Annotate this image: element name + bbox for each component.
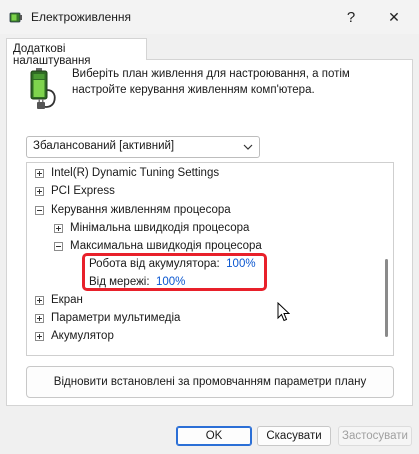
cancel-button[interactable]: Скасувати [257,426,331,446]
close-icon: ✕ [388,8,400,25]
tree-item-label: Параметри мультимедіа [51,312,181,324]
expand-plus-icon[interactable] [35,314,44,323]
help-icon: ? [346,8,356,26]
help-button[interactable]: ? [336,4,366,30]
tree-item-label: Intel(R) Dynamic Tuning Settings [51,167,220,179]
battery-plug-icon [30,68,56,109]
window-title: Електроживлення [31,10,132,24]
collapse-minus-icon[interactable] [35,206,44,215]
ok-button[interactable]: OK [176,426,252,446]
apply-button[interactable]: Застосувати [338,426,412,446]
tree-item-label: Екран [51,294,83,306]
tab-label: Додаткові налаштування [13,43,91,67]
tree-item-label: PCI Express [51,185,115,197]
expand-plus-icon[interactable] [35,332,44,341]
setting-value-link[interactable]: 100% [223,258,255,270]
tree-item-label: Максимальна швидкодія процесора [70,240,262,252]
mouse-pointer-icon [277,302,290,322]
tab-advanced-settings[interactable]: Додаткові налаштування [6,38,147,67]
settings-tree[interactable]: Intel(R) Dynamic Tuning Settings PCI Exp… [26,162,394,356]
chevron-down-icon [243,144,253,150]
setting-plugged-in[interactable]: Від мережі: 100% [89,273,185,291]
power-options-icon [9,12,22,23]
expand-plus-icon[interactable] [54,224,63,233]
expand-plus-icon[interactable] [35,187,44,196]
collapse-minus-icon[interactable] [54,242,63,251]
tree-scrollbar[interactable] [380,163,393,355]
setting-label: Робота від акумулятора: [89,258,220,270]
tree-item-label: Керування живленням процесора [51,204,231,216]
setting-label: Від мережі: [89,276,150,288]
power-plan-value: Збалансований [активний] [33,140,175,152]
title-bar: Електроживлення ? ✕ [0,0,419,34]
tree-item-label: Акумулятор [51,330,114,342]
tree-item-label: Мінімальна швидкодія процесора [70,222,250,234]
setting-value-link[interactable]: 100% [153,276,185,288]
power-plan-select[interactable]: Збалансований [активний] [26,136,260,158]
setting-on-battery[interactable]: Робота від акумулятора: 100% [89,255,256,273]
restore-defaults-button[interactable]: Відновити встановлені за промовчанням па… [26,366,394,398]
close-button[interactable]: ✕ [379,4,409,30]
scrollbar-thumb[interactable] [385,259,388,337]
intro-text: Виберіть план живлення для настроювання,… [72,68,350,96]
expand-plus-icon[interactable] [35,296,44,305]
expand-plus-icon[interactable] [35,169,44,178]
